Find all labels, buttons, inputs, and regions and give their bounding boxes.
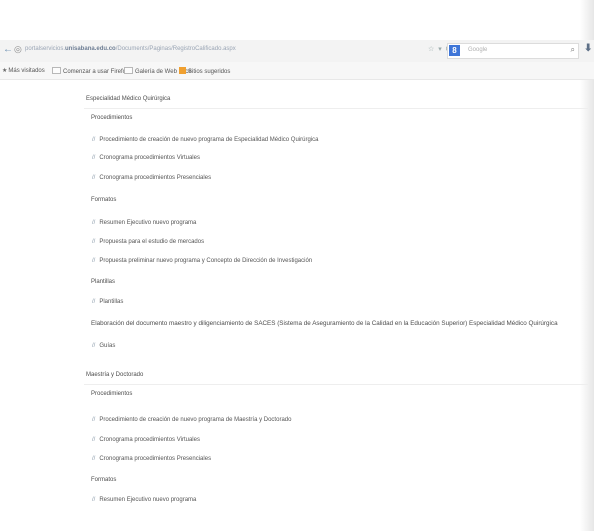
subsection-procedimientos: Procedimientos <box>91 115 133 121</box>
bookmark-getting-started[interactable]: Comenzar a usar Firefox <box>52 67 129 75</box>
link-label: Resumen Ejecutivo nuevo programa <box>99 220 197 226</box>
subsection-elaboracion: Elaboración del documento maestro y dili… <box>91 320 558 327</box>
link-estudio-mercados[interactable]: //Propuesta para el estudio de mercados <box>92 239 204 245</box>
link-icon: // <box>92 258 96 264</box>
link-propuesta-preliminar[interactable]: //Propuesta preliminar nuevo programa y … <box>92 258 312 264</box>
link-icon: // <box>92 175 96 181</box>
star-icon: ★ <box>2 68 8 74</box>
link-cronograma-presenciales[interactable]: //Cronograma procedimientos Presenciales <box>92 175 211 181</box>
site-identity-icon[interactable]: ◎ <box>14 44 22 55</box>
link-icon: // <box>92 456 96 462</box>
link-label: Procedimiento de creación de nuevo progr… <box>99 137 319 143</box>
page-icon <box>52 67 61 74</box>
url-path: /Documents/Paginas/RegistroCalificado.as… <box>115 46 236 52</box>
link-resumen-ejecutivo-maestria[interactable]: //Resumen Ejecutivo nuevo programa <box>92 497 196 503</box>
link-label: Cronograma procedimientos Virtuales <box>99 155 200 161</box>
subsection-plantillas: Plantillas <box>91 279 116 285</box>
bookmark-label: Comenzar a usar Firefox <box>63 69 130 75</box>
bookmark-suggested-sites[interactable]: Sitios sugeridos <box>179 67 230 75</box>
link-icon: // <box>92 137 96 143</box>
bookmark-label: Más visitados <box>8 68 45 74</box>
link-icon: // <box>92 343 96 349</box>
link-label: Cronograma procedimientos Presenciales <box>99 456 212 462</box>
link-plantillas[interactable]: //Plantillas <box>92 299 123 305</box>
link-procedimiento-creacion[interactable]: //Procedimiento de creación de nuevo pro… <box>92 137 318 143</box>
link-label: Propuesta preliminar nuevo programa y Co… <box>99 258 313 264</box>
back-arrow-icon[interactable]: ← <box>3 44 13 55</box>
link-icon: // <box>92 239 96 245</box>
link-icon: // <box>92 497 96 503</box>
link-icon: // <box>92 437 96 443</box>
link-cronograma-virtuales[interactable]: //Cronograma procedimientos Virtuales <box>92 155 200 161</box>
subsection-procedimientos-maestria: Procedimientos <box>91 391 133 397</box>
link-label: Procedimiento de creación de nuevo progr… <box>99 417 292 423</box>
link-icon: // <box>92 417 96 423</box>
link-icon: // <box>92 299 96 305</box>
link-cronograma-virtuales-maestria[interactable]: //Cronograma procedimientos Virtuales <box>92 437 200 443</box>
link-resumen-ejecutivo[interactable]: //Resumen Ejecutivo nuevo programa <box>92 220 196 226</box>
bookmark-most-visited[interactable]: ★Más visitados <box>2 67 45 74</box>
link-guias[interactable]: //Guías <box>92 343 115 349</box>
bookmark-label: Sitios sugeridos <box>188 69 231 75</box>
link-icon: // <box>92 155 96 161</box>
url-prefix: portalservicios. <box>25 46 66 52</box>
link-label: Cronograma procedimientos Presenciales <box>99 175 212 181</box>
section-title-especialidad: Especialidad Médico Quirúrgica <box>86 96 171 102</box>
search-input[interactable]: Google <box>468 47 487 53</box>
subsection-formatos-maestria: Formatos <box>91 477 117 483</box>
section-title-maestria: Maestría y Doctorado <box>86 372 144 378</box>
link-procedimiento-maestria[interactable]: //Procedimiento de creación de nuevo pro… <box>92 417 291 423</box>
subsection-formatos: Formatos <box>91 197 117 203</box>
search-icon[interactable]: ⌕ <box>571 45 575 55</box>
link-cronograma-presenciales-maestria[interactable]: //Cronograma procedimientos Presenciales <box>92 456 211 462</box>
url-domain: unisabana.edu.co <box>65 46 116 52</box>
address-bar: ← ◎ portalservicios.unisabana.edu.co/Doc… <box>0 40 594 63</box>
divider <box>84 384 588 385</box>
link-label: Cronograma procedimientos Virtuales <box>99 437 200 443</box>
divider <box>84 108 588 109</box>
link-label: Plantillas <box>99 299 124 305</box>
link-icon: // <box>92 220 96 226</box>
link-label: Propuesta para el estudio de mercados <box>99 239 205 245</box>
suggested-sites-icon <box>179 67 186 74</box>
google-icon[interactable]: 8 <box>449 45 460 56</box>
link-label: Guías <box>99 343 116 349</box>
page-icon <box>124 67 133 74</box>
bookmarks-bar: ★Más visitados Comenzar a usar Firefox G… <box>0 62 594 80</box>
link-label: Resumen Ejecutivo nuevo programa <box>99 497 197 503</box>
search-box[interactable]: 8 Google ⌕ <box>447 43 579 59</box>
url-field[interactable]: portalservicios.unisabana.edu.co/Documen… <box>25 46 236 52</box>
download-icon[interactable]: ⬇ <box>584 43 592 54</box>
